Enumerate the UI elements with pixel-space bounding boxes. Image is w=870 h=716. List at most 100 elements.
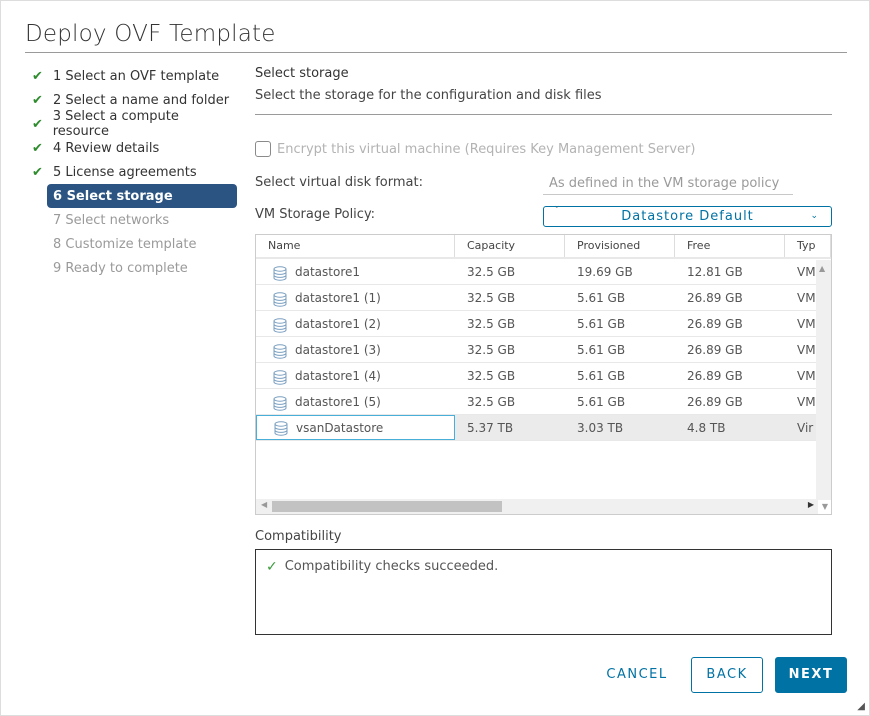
cell-provisioned: 5.61 GB: [577, 343, 626, 357]
cell-name: datastore1 (5): [256, 389, 455, 414]
datastore-name: datastore1 (5): [295, 394, 381, 409]
wizard-step[interactable]: ✔ 3 Select a compute resource: [31, 109, 237, 139]
datastore-name: datastore1 (1): [295, 290, 381, 305]
wizard-step: 7 Select networks: [31, 208, 237, 232]
wizard-step: 8 Customize template: [31, 232, 237, 256]
column-header-type[interactable]: Typ: [785, 235, 831, 257]
wizard-step: 9 Ready to complete: [31, 256, 237, 280]
check-icon: ✔: [32, 68, 43, 84]
check-icon: ✔: [32, 140, 43, 156]
column-header-capacity[interactable]: Capacity: [455, 235, 565, 257]
storage-policy-select[interactable]: Datastore Default ⌄: [543, 206, 832, 227]
disk-format-label: Select virtual disk format:: [255, 175, 423, 190]
cell-free: 26.89 GB: [687, 317, 743, 331]
wizard-step[interactable]: 6 Select storage: [47, 184, 237, 208]
datastore-icon: [272, 290, 288, 307]
cell-capacity: 32.5 GB: [467, 291, 516, 305]
table-row[interactable]: datastore1 (2) 32.5 GB 5.61 GB 26.89 GB VM: [256, 311, 831, 337]
datastore-name: datastore1 (2): [295, 316, 381, 331]
datastore-name: datastore1 (3): [295, 342, 381, 357]
table-row[interactable]: datastore1 (1) 32.5 GB 5.61 GB 26.89 GB VM: [256, 285, 831, 311]
datastore-icon: [272, 316, 288, 333]
wizard-steps: ✔ 1 Select an OVF template ✔ 2 Select a nam…: [31, 64, 237, 280]
grid-header: Name Capacity Provisioned Free Typ: [256, 235, 831, 259]
encrypt-label: Encrypt this virtual machine (Requires K…: [277, 141, 696, 157]
storage-policy-label: VM Storage Policy:: [255, 207, 376, 222]
compatibility-message: Compatibility checks succeeded.: [284, 559, 499, 574]
cell-provisioned: 5.61 GB: [577, 395, 626, 409]
cell-free: 26.89 GB: [687, 369, 743, 383]
cell-free: 26.89 GB: [687, 343, 743, 357]
scroll-up-icon[interactable]: ▲: [819, 264, 825, 273]
cell-provisioned: 5.61 GB: [577, 317, 626, 331]
check-icon: ✔: [32, 164, 43, 180]
disk-format-select: As defined in the VM storage policy ⌄: [543, 173, 793, 211]
wizard-step[interactable]: ✔ 4 Review details: [31, 136, 237, 160]
table-row[interactable]: datastore1 (4) 32.5 GB 5.61 GB 26.89 GB VM: [256, 363, 831, 389]
check-icon: ✓: [266, 559, 278, 575]
cell-name: datastore1 (2): [256, 311, 455, 336]
compatibility-label: Compatibility: [255, 529, 342, 544]
table-row[interactable]: datastore1 (5) 32.5 GB 5.61 GB 26.89 GB VM: [256, 389, 831, 415]
check-icon: ✔: [32, 116, 43, 132]
cell-capacity: 32.5 GB: [467, 369, 516, 383]
cell-name: vsanDatastore: [256, 415, 455, 440]
wizard-step-label: 3 Select a compute resource: [52, 109, 179, 139]
cell-free: 12.81 GB: [687, 265, 743, 279]
table-row[interactable]: vsanDatastore 5.37 TB 3.03 TB 4.8 TB Vir: [256, 415, 831, 441]
next-button[interactable]: NEXT: [775, 657, 847, 693]
horizontal-scrollbar[interactable]: ◀ ▶: [256, 499, 818, 514]
encrypt-vm-option: Encrypt this virtual machine (Requires K…: [255, 141, 695, 157]
cell-provisioned: 19.69 GB: [577, 265, 633, 279]
datastore-name: datastore1: [295, 264, 361, 279]
cell-name: datastore1 (1): [256, 285, 455, 310]
cell-capacity: 5.37 TB: [467, 421, 514, 435]
column-header-free[interactable]: Free: [675, 235, 785, 257]
grid-body: datastore1 32.5 GB 19.69 GB 12.81 GB VM datas…: [256, 259, 831, 441]
column-header-name[interactable]: Name: [256, 235, 455, 257]
main-panel: Select storage Select the storage for th…: [255, 64, 832, 635]
title-divider: [25, 52, 847, 53]
scroll-left-icon[interactable]: ◀: [261, 500, 267, 509]
cell-capacity: 32.5 GB: [467, 265, 516, 279]
cell-capacity: 32.5 GB: [467, 343, 516, 357]
scroll-right-icon[interactable]: ▶: [808, 500, 814, 509]
cell-capacity: 32.5 GB: [467, 395, 516, 409]
datastore-icon: [272, 342, 288, 359]
wizard-step[interactable]: ✔ 1 Select an OVF template: [31, 64, 237, 88]
cell-name: datastore1: [256, 259, 455, 284]
wizard-step-label: 6 Select storage: [53, 188, 173, 204]
encrypt-checkbox: [255, 141, 271, 157]
wizard-step[interactable]: ✔ 5 License agreements: [31, 160, 237, 184]
cell-free: 26.89 GB: [687, 291, 743, 305]
vertical-scrollbar[interactable]: ▲: [816, 260, 831, 500]
cell-name: datastore1 (4): [256, 363, 455, 388]
datastore-grid: Name Capacity Provisioned Free Typ datas…: [255, 234, 832, 515]
scroll-down-icon[interactable]: ▼: [822, 502, 828, 511]
horizontal-scroll-thumb[interactable]: [272, 501, 502, 512]
resize-handle-icon[interactable]: ◢: [857, 701, 865, 712]
back-button[interactable]: BACK: [691, 657, 763, 693]
cell-name: datastore1 (3): [256, 337, 455, 362]
table-row[interactable]: datastore1 (3) 32.5 GB 5.61 GB 26.89 GB VM: [256, 337, 831, 363]
wizard-step-label: 5 License agreements: [53, 164, 197, 180]
wizard-step-label: 2 Select a name and folder: [53, 92, 230, 108]
disk-format-value: As defined in the VM storage policy: [549, 176, 780, 191]
chevron-down-icon: ⌄: [810, 211, 819, 221]
section-subtitle: Select the storage for the configuration…: [255, 88, 602, 103]
datastore-name: vsanDatastore: [296, 420, 384, 435]
cell-provisioned: 5.61 GB: [577, 291, 626, 305]
datastore-icon: [272, 394, 288, 411]
datastore-icon: [272, 264, 288, 281]
cell-provisioned: 5.61 GB: [577, 369, 626, 383]
wizard-step-label: 7 Select networks: [53, 212, 170, 228]
cell-free: 4.8 TB: [687, 421, 726, 435]
wizard-step-label: 4 Review details: [53, 140, 160, 156]
cancel-button[interactable]: CANCEL: [597, 657, 677, 693]
column-header-provisioned[interactable]: Provisioned: [565, 235, 675, 257]
section-title: Select storage: [255, 66, 349, 81]
table-row[interactable]: datastore1 32.5 GB 19.69 GB 12.81 GB VM: [256, 259, 831, 285]
datastore-icon: [272, 368, 288, 385]
cell-free: 26.89 GB: [687, 395, 743, 409]
wizard-step-label: 9 Ready to complete: [53, 260, 188, 276]
